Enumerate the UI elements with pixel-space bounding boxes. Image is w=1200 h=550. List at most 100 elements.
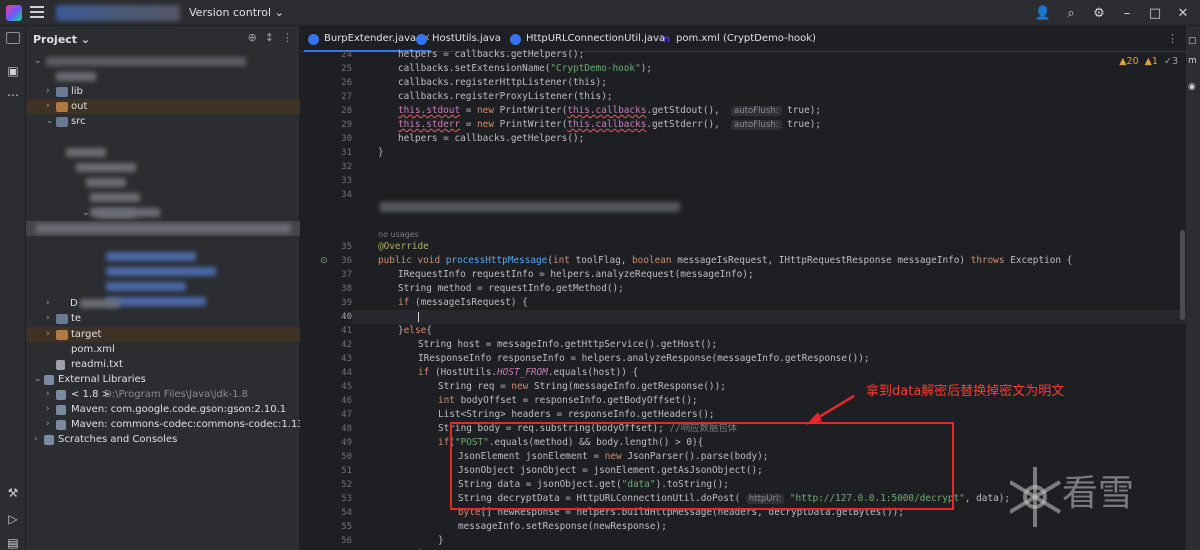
code-line: helpers = callbacks.getHelpers();	[398, 133, 585, 144]
code-line: String host = messageInfo.getHttpService…	[418, 339, 718, 350]
version-control-button[interactable]: Version control ⌄	[189, 6, 284, 19]
code-line: }	[378, 147, 384, 158]
code-line: IResponseInfo responseInfo = helpers.ana…	[418, 353, 870, 364]
tree-item-out[interactable]: › out	[26, 99, 300, 114]
library-icon	[44, 375, 54, 385]
tab-pom-xml[interactable]: m pom.xml (CryptDemo-hook)	[656, 26, 816, 52]
line-number: 33	[341, 176, 352, 186]
line-number: 49	[341, 438, 352, 448]
title-bar: Version control ⌄ 👤 ⌕ ⚙ – □ ✕	[0, 0, 1200, 26]
java-class-icon	[510, 34, 521, 45]
tree-item-lib[interactable]: › lib	[26, 84, 300, 99]
database-icon[interactable]: ◉	[1188, 82, 1196, 92]
annotation-text: 拿到data解密后替换掉密文为明文	[866, 384, 1065, 399]
project-name-blurred[interactable]	[56, 5, 180, 21]
tree-row-root[interactable]: ⌄	[26, 54, 300, 69]
target-icon[interactable]: ⊕	[248, 31, 257, 44]
collapse-icon[interactable]: ↕	[265, 31, 274, 44]
code-line: String req = new String(messageInfo.getR…	[438, 381, 726, 392]
project-panel: Project ⌄ ⊕ ↕ ⋮ ⌄ › lib › out ⌄ src ⌄ › …	[26, 26, 304, 550]
library-icon	[56, 420, 66, 430]
search-icon[interactable]: ⌕	[1062, 4, 1080, 22]
close-icon[interactable]: ✕	[1174, 4, 1192, 22]
line-number: 42	[341, 340, 352, 350]
library-icon	[56, 405, 66, 415]
line-gutter: 24 25 26 27 28 29 30 31 32 33 34 35 36 37 38 39 40 41 42 43…	[300, 50, 352, 550]
tree-row-blurred[interactable]	[26, 69, 300, 84]
line-number: 45	[341, 382, 352, 392]
tree-item-collapsed[interactable]: › D	[26, 296, 300, 311]
tree-item-gson[interactable]: › Maven: com.google.code.gson:gson:2.10.…	[26, 402, 300, 417]
file-icon	[56, 360, 65, 370]
settings-icon[interactable]: ⚙	[1090, 4, 1108, 22]
minimize-icon[interactable]: –	[1118, 4, 1136, 22]
terminal-icon[interactable]: ▤	[4, 534, 22, 550]
tree-item-src[interactable]: ⌄ src	[26, 114, 300, 129]
line-number: 29	[341, 120, 352, 130]
tree-item-readme[interactable]: readmi.txt	[26, 357, 300, 372]
maven-icon: m	[660, 34, 670, 45]
line-number: 51	[341, 466, 352, 476]
line-number: 40	[341, 312, 352, 322]
tree-row-selected[interactable]	[26, 221, 300, 236]
code-line: }else{	[398, 325, 432, 336]
java-class-icon	[308, 34, 319, 45]
line-number: 32	[341, 162, 352, 172]
blurred-tree-row	[106, 267, 216, 276]
line-number: 34	[341, 190, 352, 200]
code-line: callbacks.registerHttpListener(this);	[398, 77, 607, 88]
code-line: this.stderr = new PrintWriter(this.callb…	[398, 119, 822, 130]
tree-item-scratches[interactable]: › Scratches and Consoles	[26, 432, 300, 447]
code-line: }	[438, 535, 444, 546]
blurred-tree-row	[90, 193, 140, 202]
structure-icon[interactable]: ▣	[4, 62, 22, 80]
add-user-icon[interactable]: 👤	[1034, 4, 1052, 22]
build-icon[interactable]: ⚒	[4, 484, 22, 502]
more-icon[interactable]: ⋯	[4, 86, 22, 104]
line-number: 41	[341, 326, 352, 336]
code-line: @Override	[378, 241, 429, 252]
override-gutter-icon[interactable]: ⊙	[320, 256, 328, 266]
tree-item-jdk[interactable]: › < 1.8 > D:\Program Files\Java\jdk-1.8	[26, 387, 300, 402]
line-number: 50	[341, 452, 352, 462]
editor-scrollbar[interactable]	[1180, 230, 1185, 320]
code-line: List<String> headers = responseInfo.getH…	[438, 409, 715, 420]
tree-row-blurred[interactable]: ⌄	[26, 206, 300, 221]
main-menu-icon[interactable]	[30, 6, 44, 20]
code-line: int bodyOffset = responseInfo.getBodyOff…	[438, 395, 698, 406]
notifications-icon[interactable]: ▢	[1188, 36, 1197, 46]
blurred-tree-row	[86, 178, 126, 187]
code-line: public void processHttpMessage(int toolF…	[378, 255, 1073, 266]
code-line: this.stdout = new PrintWriter(this.callb…	[398, 105, 822, 116]
restore-icon[interactable]: □	[1146, 4, 1164, 22]
line-number: 31	[341, 148, 352, 158]
folder-icon	[56, 87, 68, 97]
project-panel-title[interactable]: Project ⌄	[33, 33, 90, 46]
tree-item-external-libraries[interactable]: ⌄ External Libraries	[26, 372, 300, 387]
blurred-tree-row	[66, 148, 106, 157]
tree-item-pom[interactable]: pom.xml	[26, 342, 300, 357]
run-icon[interactable]: ▷	[4, 510, 22, 528]
code-line: IRequestInfo requestInfo = helpers.analy…	[398, 269, 754, 280]
line-number: 28	[341, 106, 352, 116]
code-line: String method = requestInfo.getMethod();	[398, 283, 624, 294]
code-line: if (HostUtils.HOST_FROM.equals(host)) {	[418, 367, 639, 378]
scratches-icon	[44, 435, 54, 445]
tree-item-codec[interactable]: › Maven: commons-codec:commons-codec:1.1…	[26, 417, 304, 432]
tabs-more-icon[interactable]: ⋮	[1167, 32, 1178, 45]
line-number: 37	[341, 270, 352, 280]
line-number: 30	[341, 134, 352, 144]
more-icon[interactable]: ⋮	[282, 31, 293, 44]
folder-icon	[56, 117, 68, 127]
blurred-tree-row	[76, 163, 136, 172]
line-number: 53	[341, 494, 352, 504]
project-icon[interactable]	[6, 32, 20, 44]
line-number: 24	[341, 50, 352, 60]
tree-item-collapsed[interactable]: › te	[26, 311, 300, 326]
line-number: 56	[341, 536, 352, 546]
blurred-tree-row	[106, 282, 186, 291]
maven-icon	[56, 345, 65, 355]
tree-item-target[interactable]: › target	[26, 327, 300, 342]
folder-icon	[56, 314, 68, 324]
maven-panel-icon[interactable]: m	[1188, 56, 1197, 66]
